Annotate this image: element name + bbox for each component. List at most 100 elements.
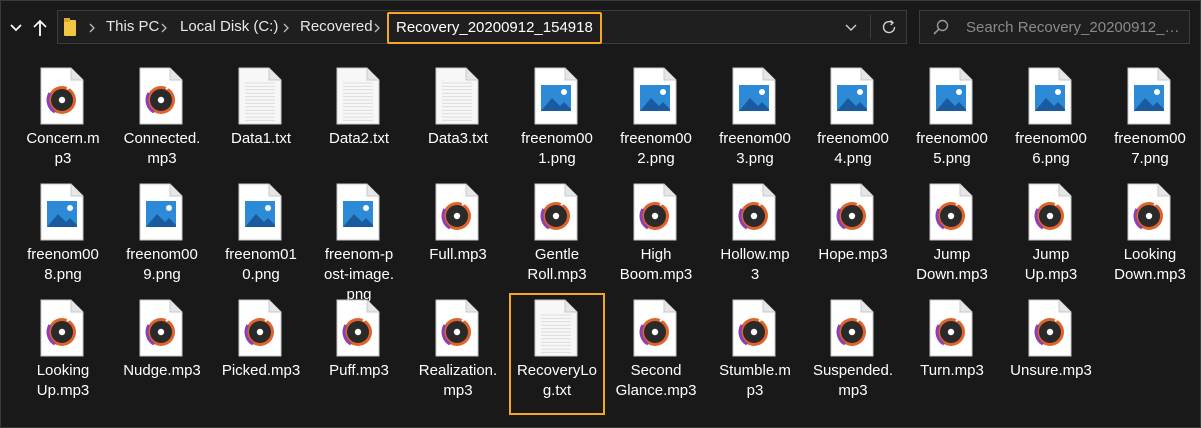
file-label-line: Stumble.m (719, 362, 791, 379)
file-item-turn-mp3[interactable]: Turn.mp3 (904, 293, 1000, 415)
file-label-line: g.txt (542, 382, 572, 399)
file-label: Turn.mp3 (904, 361, 1000, 381)
file-item-hope-mp3[interactable]: Hope.mp3 (805, 177, 901, 299)
image-file-icon (335, 183, 381, 241)
file-label: Jump Up.mp3 (1003, 245, 1099, 285)
file-item-recoverylog-txt[interactable]: RecoveryLo g.txt (509, 293, 605, 415)
refresh-icon[interactable] (880, 18, 898, 36)
file-item-stumble-mp3[interactable]: Stumble.m p3 (707, 293, 803, 415)
breadcrumb-current-folder[interactable]: Recovery_20200912_154918 (387, 12, 602, 44)
file-item-suspended-mp3[interactable]: Suspended. mp3 (805, 293, 901, 415)
file-label-line: Full.mp3 (429, 246, 487, 263)
image-file-icon (632, 67, 678, 125)
audio-file-icon (237, 299, 283, 357)
file-item-realization-mp3[interactable]: Realization. mp3 (410, 293, 506, 415)
file-item-puff-mp3[interactable]: Puff.mp3 (311, 293, 407, 415)
file-label-line: mp3 (147, 150, 177, 167)
breadcrumb-item-local-disk[interactable]: Local Disk (C:) (180, 11, 278, 43)
file-label: RecoveryLo g.txt (509, 361, 605, 401)
file-label: Suspended. mp3 (805, 361, 901, 401)
file-label-line: Data2.txt (328, 130, 390, 147)
file-label-line: Connected. (123, 130, 201, 147)
search-icon (932, 18, 950, 36)
audio-file-icon (434, 183, 480, 241)
audio-file-icon (1027, 299, 1073, 357)
file-label-line: Data1.txt (230, 130, 292, 147)
file-label-line: Jump (933, 246, 971, 263)
file-label-line: Jump (1032, 246, 1070, 263)
file-item-full-mp3[interactable]: Full.mp3 (410, 177, 506, 299)
file-item-gentle-roll-mp3[interactable]: Gentle Roll.mp3 (509, 177, 605, 299)
file-label-line: Up.mp3 (36, 382, 90, 399)
file-item-freenom002-png[interactable]: freenom00 2.png (608, 61, 704, 183)
file-label: freenom00 1.png (509, 129, 605, 169)
file-label: Second Glance.mp3 (608, 361, 704, 401)
file-item-data3-txt[interactable]: Data3.txt (410, 61, 506, 183)
file-item-hollow-mp3[interactable]: Hollow.mp 3 (707, 177, 803, 299)
file-item-concern-mp3[interactable]: Concern.m p3 (15, 61, 111, 183)
audio-file-icon (829, 183, 875, 241)
file-item-freenom009-png[interactable]: freenom00 9.png (114, 177, 210, 299)
file-item-freenom007-png[interactable]: freenom00 7.png (1102, 61, 1198, 183)
file-label-line: 3 (750, 266, 760, 283)
address-bar[interactable]: This PC Local Disk (C:) Recovered Recove… (57, 10, 907, 44)
file-label: freenom00 6.png (1003, 129, 1099, 169)
file-item-freenom001-png[interactable]: freenom00 1.png (509, 61, 605, 183)
breadcrumb-item-recovered[interactable]: Recovered (300, 11, 373, 43)
file-label-line: Second (630, 362, 682, 379)
file-item-freenom-post-image-png[interactable]: freenom-p ost-image. png (311, 177, 407, 303)
file-item-looking-down-mp3[interactable]: Looking Down.mp3 (1102, 177, 1198, 299)
file-label-line: freenom00 (817, 130, 889, 147)
file-label-line: 0.png (242, 266, 280, 283)
file-item-high-boom-mp3[interactable]: High Boom.mp3 (608, 177, 704, 299)
file-item-data2-txt[interactable]: Data2.txt (311, 61, 407, 183)
search-box[interactable] (919, 10, 1190, 44)
file-item-freenom004-png[interactable]: freenom00 4.png (805, 61, 901, 183)
file-item-freenom008-png[interactable]: freenom00 8.png (15, 177, 111, 299)
image-file-icon (1027, 67, 1073, 125)
audio-file-icon (335, 299, 381, 357)
address-dropdown-chevron-down-icon[interactable] (844, 21, 858, 33)
file-item-freenom010-png[interactable]: freenom01 0.png (213, 177, 309, 299)
file-label-line: ost-image. (323, 266, 395, 283)
file-label-line: Glance.mp3 (615, 382, 697, 399)
file-label-line: Down.mp3 (1114, 266, 1186, 283)
file-item-second-glance-mp3[interactable]: Second Glance.mp3 (608, 293, 704, 415)
file-label-line: freenom00 (126, 246, 198, 263)
search-input[interactable] (966, 11, 1186, 43)
file-label: Picked.mp3 (213, 361, 309, 381)
file-label-line: mp3 (443, 382, 473, 399)
file-item-jump-up-mp3[interactable]: Jump Up.mp3 (1003, 177, 1099, 299)
file-label-line: freenom00 (521, 130, 593, 147)
file-label-line: Turn.mp3 (920, 362, 984, 379)
file-item-looking-up-mp3[interactable]: Looking Up.mp3 (15, 293, 111, 415)
file-label-line: 7.png (1131, 150, 1169, 167)
file-label-line: Realization. (418, 362, 498, 379)
audio-file-icon (434, 299, 480, 357)
file-label-line: Hollow.mp (720, 246, 790, 263)
file-label-line: freenom00 (27, 246, 99, 263)
audio-file-icon (1126, 183, 1172, 241)
breadcrumb-item-this-pc[interactable]: This PC (106, 11, 159, 43)
chevron-right-icon (158, 21, 170, 33)
file-label-line: Looking (1123, 246, 1177, 263)
up-arrow-icon[interactable] (29, 15, 51, 41)
file-item-jump-down-mp3[interactable]: Jump Down.mp3 (904, 177, 1000, 299)
file-item-freenom003-png[interactable]: freenom00 3.png (707, 61, 803, 183)
file-item-nudge-mp3[interactable]: Nudge.mp3 (114, 293, 210, 415)
folder-icon (64, 18, 78, 36)
file-item-freenom005-png[interactable]: freenom00 5.png (904, 61, 1000, 183)
recent-locations-chevron-down-icon[interactable] (5, 15, 27, 41)
file-label-line: Nudge.mp3 (123, 362, 201, 379)
audio-file-icon (731, 183, 777, 241)
file-label-line: p3 (54, 150, 72, 167)
file-label-line: Looking (36, 362, 90, 379)
file-item-connected-mp3[interactable]: Connected. mp3 (114, 61, 210, 183)
file-label: Hollow.mp 3 (707, 245, 803, 285)
file-item-unsure-mp3[interactable]: Unsure.mp3 (1003, 293, 1099, 415)
file-item-data1-txt[interactable]: Data1.txt (213, 61, 309, 183)
file-label-line: p3 (746, 382, 764, 399)
image-file-icon (533, 67, 579, 125)
file-item-picked-mp3[interactable]: Picked.mp3 (213, 293, 309, 415)
file-item-freenom006-png[interactable]: freenom00 6.png (1003, 61, 1099, 183)
